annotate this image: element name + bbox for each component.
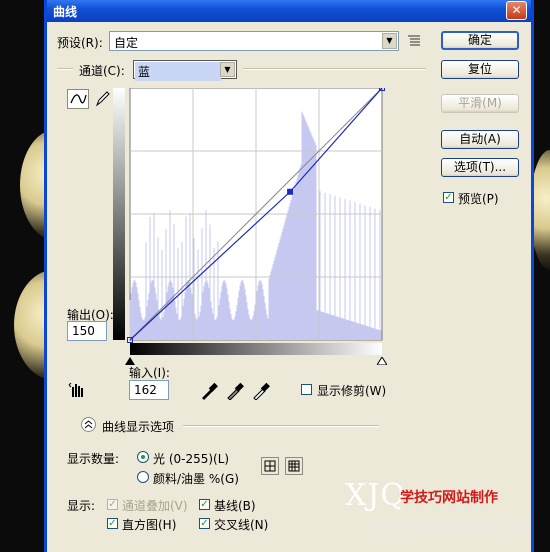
preset-label: 预设(R): — [57, 36, 103, 50]
baseline-checkbox[interactable]: ✓ — [199, 499, 210, 510]
show-clipping-checkbox[interactable] — [301, 384, 312, 395]
pigment-radio[interactable] — [137, 471, 149, 483]
simple-grid-button[interactable] — [261, 457, 279, 475]
input-label: 输入(I): — [129, 366, 170, 380]
show-amount-label: 显示数量: — [67, 452, 120, 466]
channel-group-line-right — [243, 68, 426, 70]
channel-overlays-checkbox[interactable]: ✓ — [107, 499, 118, 510]
channel-value: 蓝 — [135, 62, 221, 81]
curve-display-options-label: 曲线显示选项 — [102, 420, 175, 434]
preview-label: 预览(P) — [458, 192, 499, 206]
reset-button[interactable]: 复位 — [441, 60, 519, 79]
options-group-line — [183, 425, 379, 427]
input-gradient-bar — [130, 343, 382, 355]
black-eyedropper-icon[interactable] — [199, 380, 219, 403]
intersection-checkbox[interactable]: ✓ — [199, 518, 210, 529]
curve-point-tool[interactable] — [67, 89, 89, 109]
title-bar: 曲线 ✕ — [47, 0, 531, 22]
white-point-slider[interactable] — [376, 354, 388, 368]
watermark-url: WWW.XUEJIQIAO.COM — [370, 520, 531, 534]
channel-label: 通道(C): — [79, 64, 125, 78]
curve-graph[interactable] — [113, 85, 385, 358]
gray-eyedropper-icon[interactable] — [225, 380, 245, 403]
show-label: 显示: — [67, 499, 96, 513]
preset-select[interactable]: 自定 ▼ — [109, 31, 399, 51]
chevron-down-icon: ▼ — [382, 33, 397, 49]
watermark-site-name: 学技巧网站制作 — [400, 490, 498, 506]
curve-icon — [70, 94, 87, 104]
channel-overlays-label: 通道叠加(V) — [122, 499, 188, 513]
channel-group-line-left — [57, 68, 73, 70]
window-title: 曲线 — [53, 5, 78, 19]
chevron-up-icon — [84, 420, 93, 429]
intersection-label: 交叉线(N) — [214, 518, 269, 532]
preview-checkbox[interactable]: ✓ — [443, 192, 454, 203]
white-eyedropper-icon[interactable] — [251, 380, 271, 403]
output-gradient-bar — [113, 88, 125, 340]
grid-10-icon — [288, 460, 300, 472]
curves-dialog: 曲线 ✕ 预设(R): 自定 ▼ 确定 复位 平滑(M) 自动(A) 选项(T)… — [44, 0, 534, 552]
hand-adjust-icon[interactable] — [67, 381, 87, 402]
close-button[interactable]: ✕ — [506, 1, 527, 20]
options-button[interactable]: 选项(T)... — [441, 158, 519, 177]
histogram-checkbox[interactable]: ✓ — [107, 518, 118, 529]
channel-select[interactable]: 蓝 ▼ — [133, 60, 237, 81]
output-field[interactable]: 150 — [67, 321, 107, 341]
grid-4-icon — [264, 460, 276, 472]
watermark-logo: XJQ — [345, 478, 406, 513]
light-radio-label: 光 (0-255)(L) — [153, 452, 230, 466]
pigment-radio-label: 颜料/油墨 %(G) — [153, 472, 239, 486]
show-clipping-label: 显示修剪(W) — [317, 384, 387, 398]
options-menu-icon[interactable] — [407, 34, 421, 46]
pencil-tool[interactable] — [92, 89, 114, 109]
input-field[interactable]: 162 — [129, 380, 169, 400]
collapse-options-button[interactable] — [81, 417, 96, 432]
pencil-icon — [95, 91, 110, 107]
curve-point-selected — [287, 188, 294, 195]
curve-graph-area[interactable] — [113, 85, 385, 358]
baseline-label: 基线(B) — [214, 499, 256, 513]
ok-button[interactable]: 确定 — [441, 31, 519, 50]
smooth-button[interactable]: 平滑(M) — [441, 94, 519, 113]
auto-button[interactable]: 自动(A) — [441, 130, 519, 149]
chevron-down-icon: ▼ — [220, 62, 235, 77]
histogram-label: 直方图(H) — [122, 518, 177, 532]
preset-value: 自定 — [114, 36, 139, 50]
light-radio[interactable] — [137, 451, 149, 463]
detailed-grid-button[interactable] — [285, 457, 303, 475]
